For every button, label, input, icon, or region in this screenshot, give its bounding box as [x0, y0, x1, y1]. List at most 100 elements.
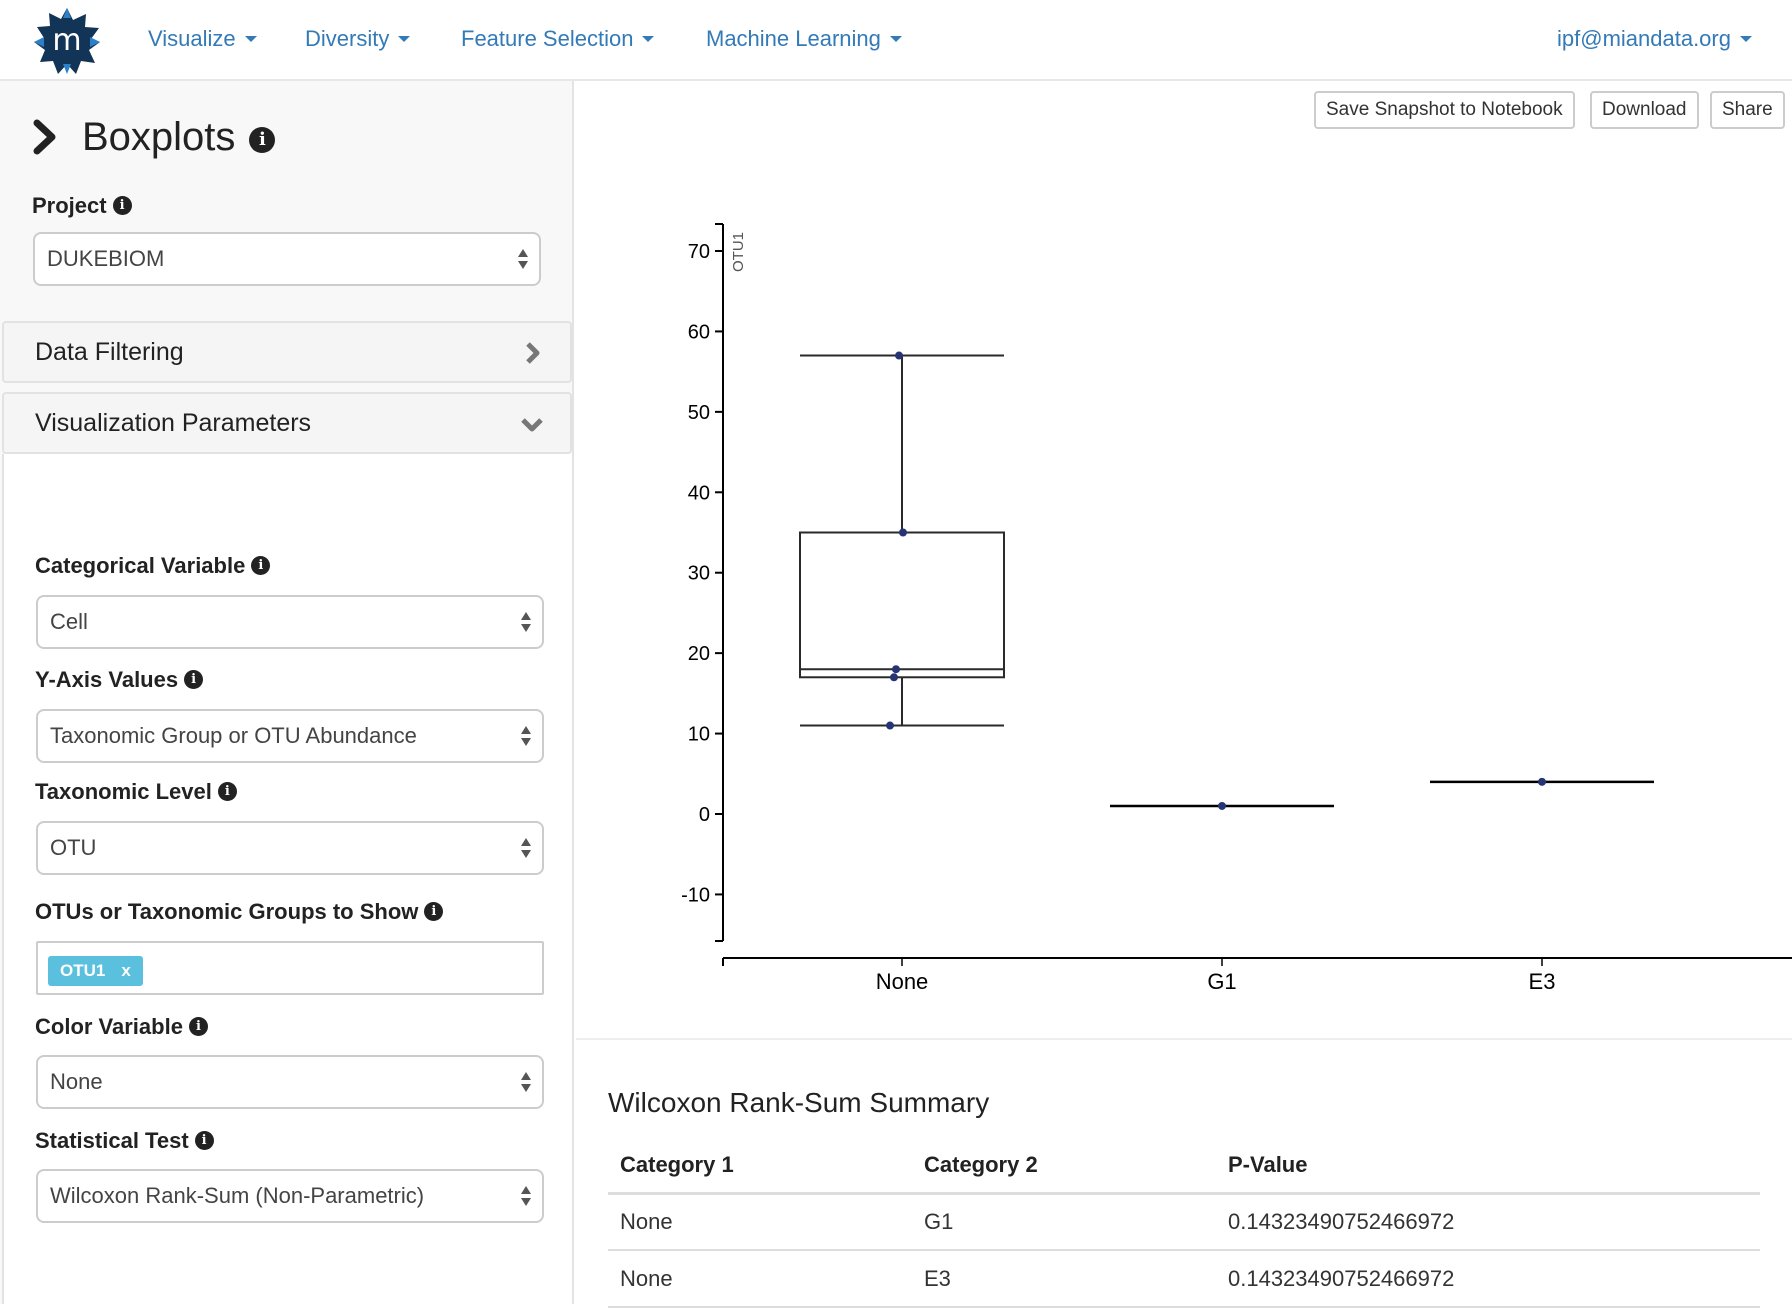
y-tick-label: 40 [688, 482, 710, 504]
categorical-variable-value: Cell [50, 609, 88, 634]
data-point [892, 665, 900, 674]
x-tick-label: None [876, 969, 929, 994]
info-icon[interactable]: i [249, 127, 276, 153]
taxonomic-level-select[interactable]: OTU [36, 821, 544, 875]
data-point [895, 351, 903, 360]
nav-diversity[interactable]: Diversity [305, 24, 411, 54]
info-icon[interactable]: i [217, 781, 237, 801]
table-cell: None [608, 1250, 912, 1308]
y-tick-label: -10 [681, 884, 710, 906]
nav-feature-selection-label: Feature Selection [461, 26, 634, 51]
data-point [1218, 801, 1226, 810]
panel-visualization-parameters-label: Visualization Parameters [35, 409, 312, 437]
project-label: Project i [32, 193, 132, 219]
caret-down-icon [889, 36, 902, 43]
nav-feature-selection[interactable]: Feature Selection [461, 24, 655, 54]
otu-tag-label: OTU1 [60, 961, 106, 980]
table-cell: 0.14323490752466972 [1216, 1193, 1760, 1251]
select-arrows-icon [518, 249, 528, 269]
nav-diversity-label: Diversity [305, 26, 390, 51]
y-axis-values-label: Y-Axis Values i [35, 667, 204, 693]
select-arrows-icon [521, 612, 531, 632]
nav-machine-learning-label: Machine Learning [706, 26, 881, 51]
select-arrows-icon [521, 726, 531, 746]
otu-tag: OTU1 x [48, 956, 143, 986]
summary-title: Wilcoxon Rank-Sum Summary [608, 1087, 990, 1118]
x-tick-label: G1 [1207, 969, 1236, 994]
taxonomic-level-value: OTU [50, 835, 97, 860]
y-tick-label: 0 [699, 804, 710, 826]
y-axis-values-value: Taxonomic Group or OTU Abundance [50, 723, 417, 748]
box [799, 531, 1005, 679]
y-tick-label: 30 [688, 563, 710, 585]
info-icon[interactable]: i [188, 1016, 208, 1036]
main-content: Save Snapshot to Notebook Download Share… [576, 81, 1792, 1308]
nav-visualize-label: Visualize [148, 26, 236, 51]
y-axis-values-select[interactable]: Taxonomic Group or OTU Abundance [36, 709, 544, 763]
caret-down-icon [642, 36, 655, 43]
table-header-row: Category 1 Category 2 P-Value [608, 1139, 1760, 1195]
y-tick-label: 10 [688, 724, 710, 746]
info-icon[interactable]: i [194, 1130, 214, 1150]
otus-tag-input[interactable]: OTU1 x [36, 941, 544, 995]
visualization-parameters-body: Categorical Variable i Cell Y-Axis Values… [2, 454, 572, 1304]
y-axis-label: OTU1 [730, 232, 747, 272]
select-arrows-icon [521, 838, 531, 858]
user-menu[interactable]: ipf@miandata.org [1557, 24, 1752, 54]
table-row: None G1 0.14323490752466972 [608, 1193, 1760, 1251]
categorical-variable-label: Categorical Variable i [35, 553, 271, 579]
taxonomic-level-label: Taxonomic Level i [35, 779, 237, 805]
panel-visualization-parameters[interactable]: Visualization Parameters [2, 392, 572, 454]
color-variable-value: None [50, 1069, 103, 1094]
otus-to-show-label: OTUs or Taxonomic Groups to Show i [35, 899, 444, 925]
y-tick-label: 20 [688, 643, 710, 665]
chevron-right-icon [526, 342, 540, 364]
statistical-test-select[interactable]: Wilcoxon Rank-Sum (Non-Parametric) [36, 1169, 544, 1223]
nav-machine-learning[interactable]: Machine Learning [706, 24, 902, 54]
table-cell: None [608, 1193, 912, 1251]
data-point [899, 528, 907, 537]
chevron-right-icon[interactable] [30, 117, 60, 157]
section-divider [576, 1038, 1792, 1040]
panel-data-filtering-label: Data Filtering [35, 338, 184, 366]
page-title: Boxplots i [30, 109, 276, 165]
sidebar: Boxplots i Project i DUKEBIOM Data Filter… [0, 81, 574, 1304]
info-icon[interactable]: i [251, 555, 271, 575]
y-tick-label: 60 [688, 321, 710, 343]
color-variable-select[interactable]: None [36, 1055, 544, 1109]
mian-logo[interactable]: m [32, 6, 102, 76]
select-arrows-icon [521, 1186, 531, 1206]
statistical-test-value: Wilcoxon Rank-Sum (Non-Parametric) [50, 1183, 425, 1208]
column-header: P-Value [1216, 1139, 1760, 1195]
column-header: Category 1 [608, 1139, 912, 1195]
chevron-down-icon [521, 418, 543, 432]
panel-data-filtering[interactable]: Data Filtering [2, 321, 572, 383]
top-navbar: m Visualize Diversity Feature Selection … [0, 0, 1792, 81]
y-tick-label: 70 [688, 241, 710, 263]
summary-table: Category 1 Category 2 P-Value None G1 0.… [608, 1139, 1760, 1308]
nav-visualize[interactable]: Visualize [148, 24, 257, 54]
boxplot-chart: -10 0 10 20 30 40 50 60 70 OTU1 None G1 E3 [681, 223, 1792, 994]
x-tick-label: E3 [1529, 969, 1556, 994]
caret-down-icon [244, 36, 257, 43]
data-point [886, 721, 894, 730]
user-email: ipf@miandata.org [1557, 26, 1731, 51]
svg-text:m: m [52, 23, 81, 58]
categorical-variable-select[interactable]: Cell [36, 595, 544, 649]
statistical-test-label: Statistical Test i [35, 1128, 214, 1154]
column-header: Category 2 [912, 1139, 1216, 1195]
info-icon[interactable]: i [424, 901, 444, 921]
table-cell: 0.14323490752466972 [1216, 1250, 1760, 1308]
table-cell: E3 [912, 1250, 1216, 1308]
project-select-value: DUKEBIOM [47, 246, 165, 271]
caret-down-icon [1739, 36, 1752, 43]
info-icon[interactable]: i [112, 195, 132, 215]
project-select[interactable]: DUKEBIOM [33, 232, 541, 286]
page-title-text: Boxplots [82, 114, 236, 159]
remove-tag-icon[interactable]: x [121, 961, 130, 980]
table-cell: G1 [912, 1193, 1216, 1251]
select-arrows-icon [521, 1072, 531, 1092]
table-row: None E3 0.14323490752466972 [608, 1250, 1760, 1308]
caret-down-icon [398, 36, 411, 43]
info-icon[interactable]: i [184, 669, 204, 689]
